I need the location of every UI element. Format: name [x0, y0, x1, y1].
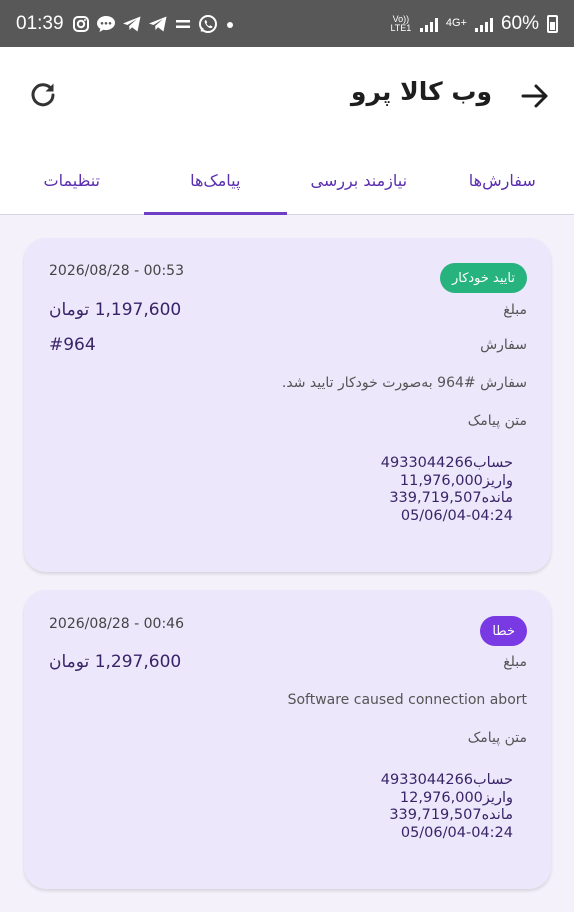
- message-card[interactable]: 2026/08/28 - 00:46 خطا مبلغ 1,297,600 تو…: [24, 590, 551, 889]
- signal-icon: [419, 16, 438, 32]
- whatsapp-icon: [198, 14, 217, 33]
- tab-orders[interactable]: سفارش‌ها: [431, 147, 574, 214]
- app-header: وب کالا پرو: [0, 47, 574, 147]
- amount-label: مبلغ: [503, 302, 527, 318]
- dot-icon: [226, 21, 233, 28]
- page-title: وب کالا پرو: [350, 77, 492, 106]
- chat-icon: [96, 15, 115, 32]
- status-time: 01:39: [16, 12, 64, 34]
- amount-value: 1,197,600 تومان: [49, 300, 182, 320]
- sms-text: حساب4933044266 واریز12,976,000 مانده339,…: [380, 772, 513, 841]
- amount-label: مبلغ: [503, 654, 527, 670]
- sms-label: متن پیامک: [467, 413, 527, 429]
- message-note: Software caused connection abort: [287, 692, 527, 708]
- status-right: Vo)) LTE1 4G+ 60%: [390, 13, 558, 35]
- message-datetime: 2026/08/28 - 00:53: [49, 263, 184, 279]
- status-badge: خطا: [480, 616, 527, 646]
- status-bar: 01:39 Vo)) LTE1 4G+ 60%: [0, 0, 574, 47]
- signal-icon: [474, 16, 493, 32]
- notification-icons: [72, 14, 236, 34]
- arrow-right-icon[interactable]: [520, 81, 550, 111]
- message-note: سفارش #964 به‌صورت خودکار تایید شد.: [281, 375, 527, 391]
- battery-icon: [547, 14, 558, 33]
- sms-text: حساب4933044266 واریز11,976,000 مانده339,…: [380, 455, 513, 524]
- tab-bar: سفارش‌ها نیازمند بررسی پیامک‌ها تنظیمات: [0, 147, 574, 215]
- tab-needs-review[interactable]: نیازمند بررسی: [287, 147, 431, 214]
- status-badge: تایید خودکار: [439, 263, 527, 293]
- network-type-label: 4G+: [445, 17, 467, 29]
- telegram-icon: [122, 16, 141, 31]
- volte-label: Vo)) LTE1: [390, 13, 412, 33]
- message-datetime: 2026/08/28 - 00:46: [49, 616, 184, 632]
- tab-sms[interactable]: پیامک‌ها: [143, 147, 288, 215]
- battery-percent: 60%: [500, 12, 539, 34]
- sms-label: متن پیامک: [467, 730, 527, 746]
- message-card[interactable]: 2026/08/28 - 00:53 تایید خودکار مبلغ 1,1…: [24, 238, 551, 572]
- telegram-icon: [148, 16, 167, 31]
- refresh-icon[interactable]: [28, 80, 58, 110]
- tab-settings[interactable]: تنظیمات: [0, 147, 144, 214]
- order-label: سفارش: [480, 337, 527, 353]
- equals-icon: [175, 19, 190, 28]
- instagram-icon: [72, 15, 89, 32]
- amount-value: 1,297,600 تومان: [49, 652, 182, 672]
- order-number: #964: [49, 335, 96, 355]
